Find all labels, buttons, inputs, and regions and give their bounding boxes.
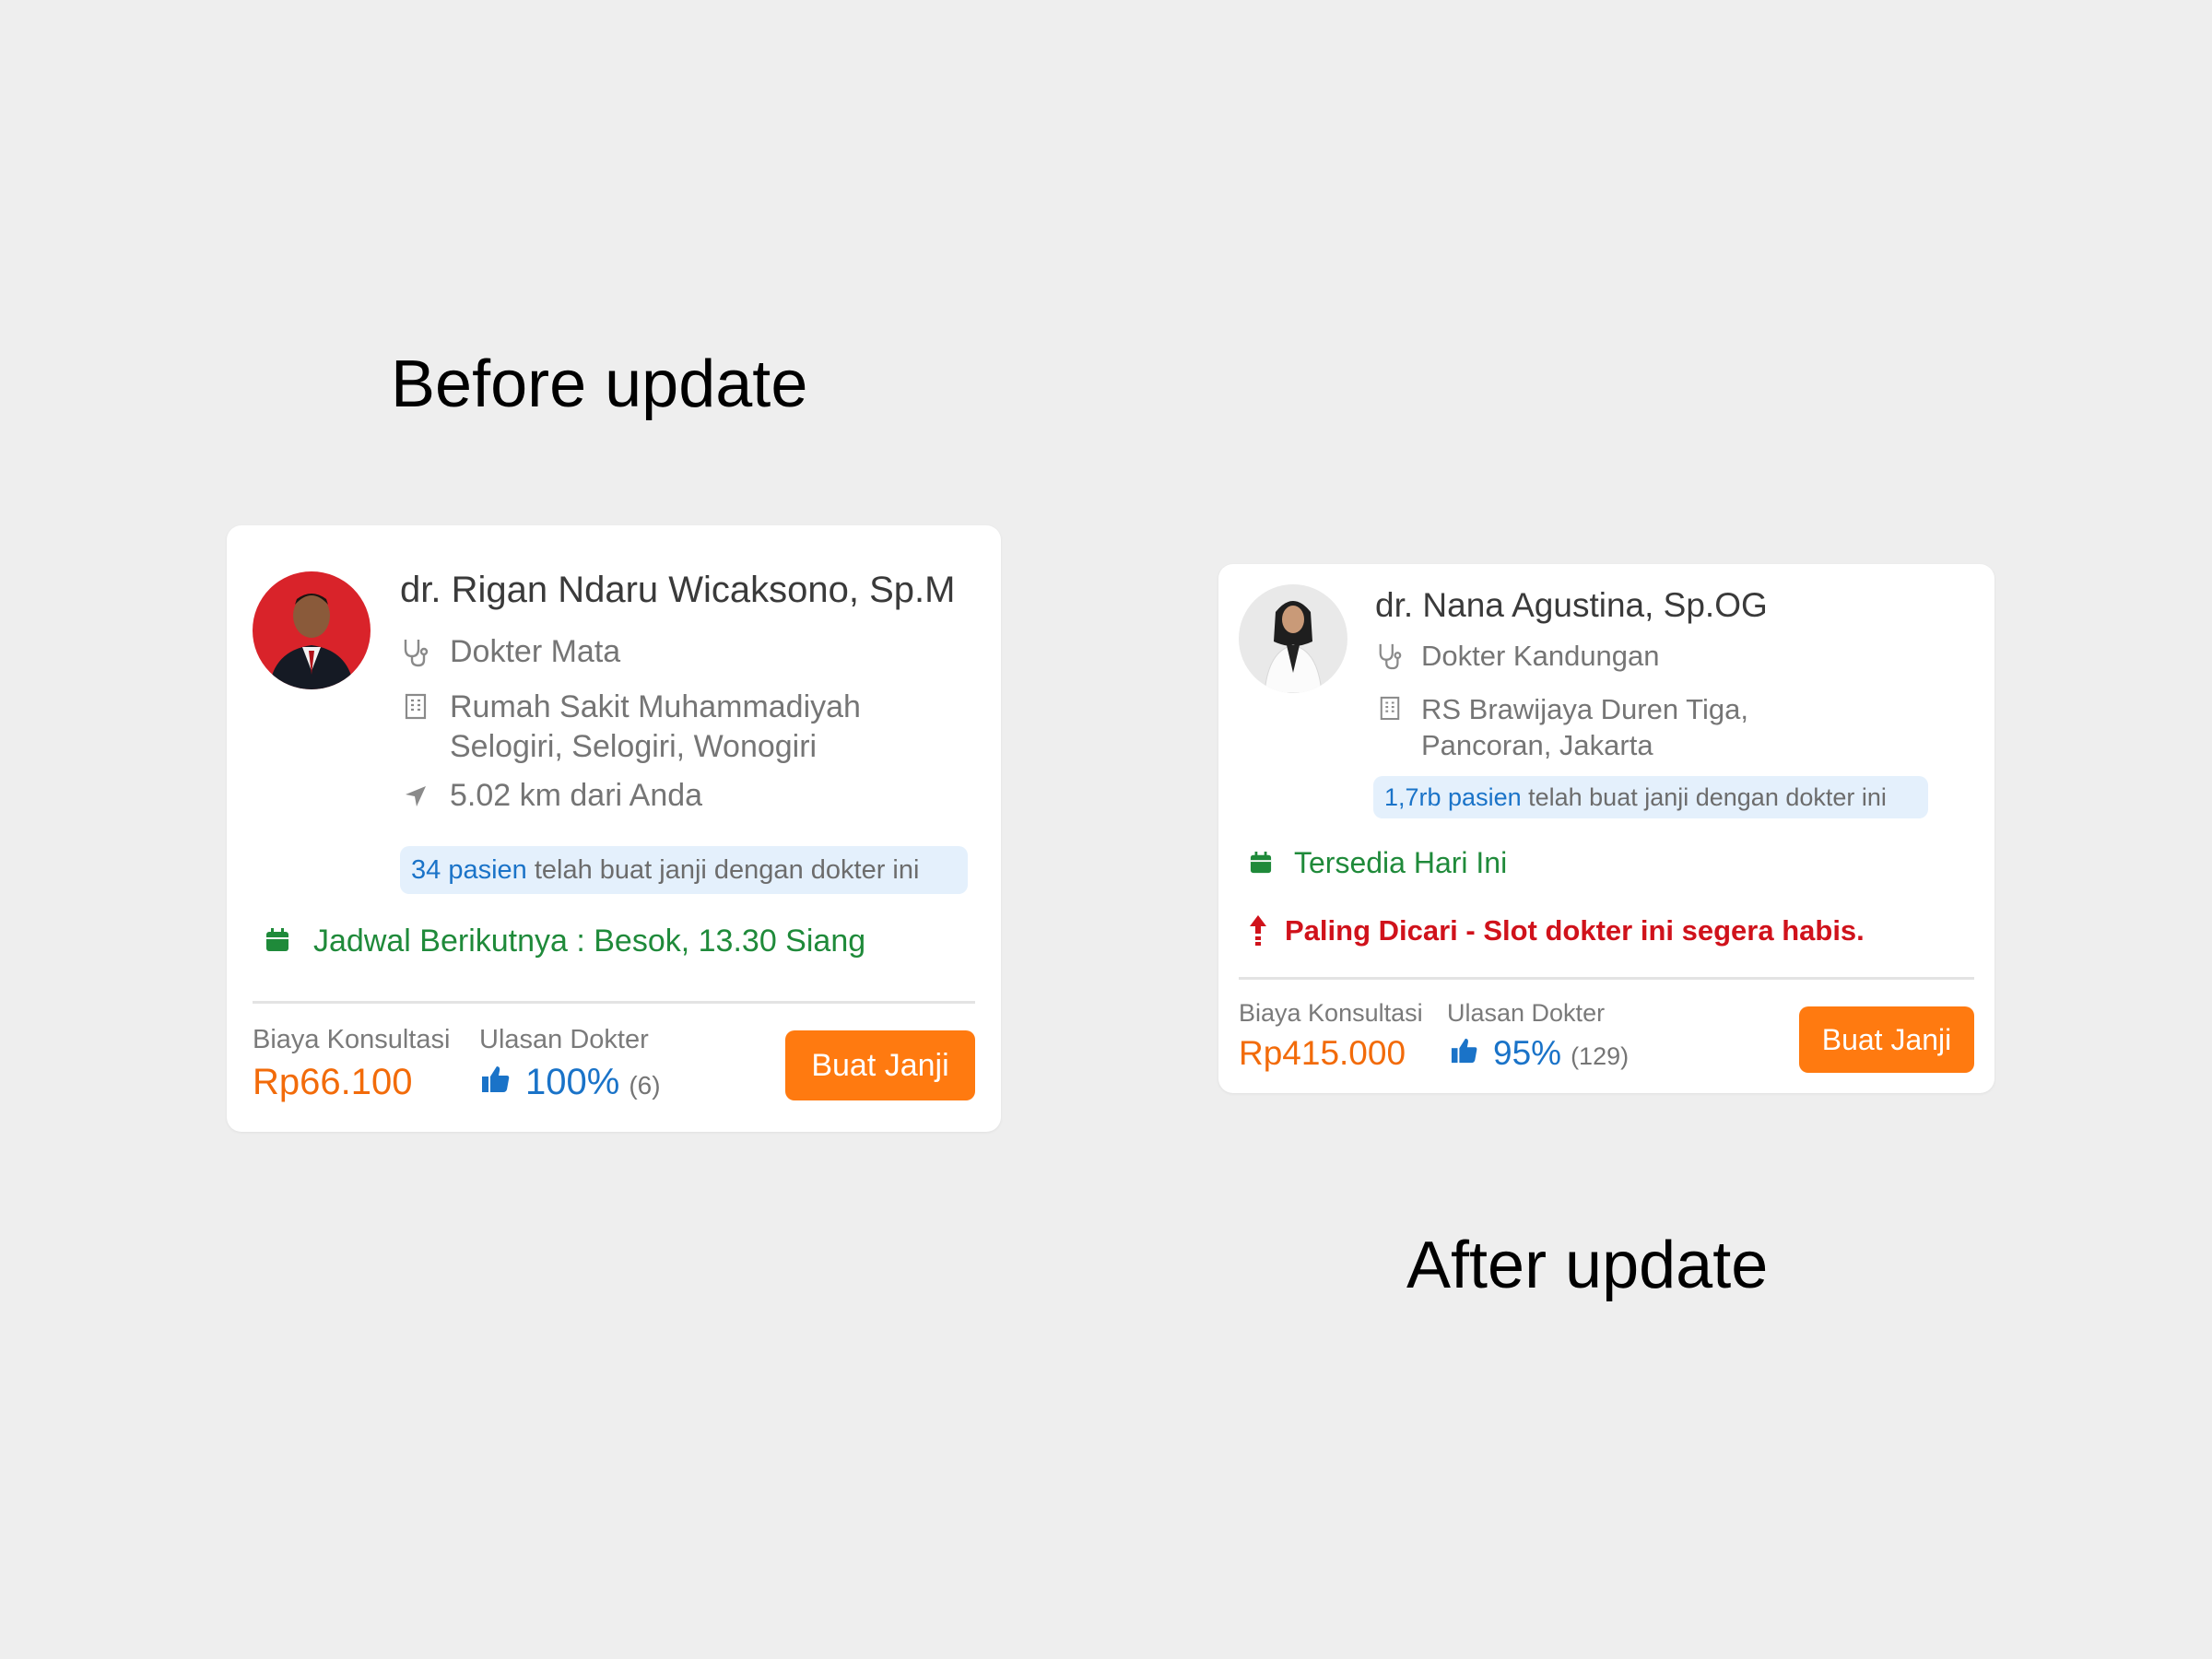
specialty-row: Dokter Kandungan [1375, 640, 1660, 673]
hospital-text: Rumah Sakit Muhammadiyah Selogiri, Selog… [450, 689, 861, 764]
card-divider [1239, 977, 1974, 980]
rating-count: (129) [1571, 1042, 1630, 1070]
rating-percent: 100% [525, 1062, 620, 1102]
fee-label: Biaya Konsultasi [1239, 999, 1423, 1027]
hospital-text: RS Brawijaya Duren Tiga, Pancoran, Jakar… [1421, 693, 1748, 761]
trending-up-arrow-icon [1250, 915, 1268, 947]
calendar-icon [1250, 851, 1274, 876]
distance-row: 5.02 km dari Anda [400, 778, 702, 815]
availability-text: Tersedia Hari Ini [1294, 846, 1508, 879]
stethoscope-icon [1375, 640, 1405, 673]
distance-text: 5.02 km dari Anda [450, 778, 703, 813]
rating-percent: 95% [1493, 1034, 1562, 1072]
patient-count-badge: 1,7rb pasien telah buat janji dengan dok… [1373, 776, 1928, 818]
high-demand-alert: Paling Dicari - Slot dokter ini segera h… [1250, 914, 1865, 947]
calendar-icon [265, 927, 293, 956]
hospital-icon [1375, 691, 1405, 724]
patient-count-text: telah buat janji dengan dokter ini [1521, 782, 1887, 811]
doctor-avatar [1239, 584, 1347, 693]
book-appointment-button[interactable]: Buat Janji [1799, 1006, 1974, 1073]
next-schedule-text: Jadwal Berikutnya : Besok, 13.30 Siang [313, 924, 866, 959]
availability-status: Tersedia Hari Ini [1250, 846, 1507, 880]
doctor-rating: 95% (129) [1451, 1034, 1629, 1073]
patient-count-badge: 34 pasien telah buat janji dengan dokter… [400, 846, 968, 894]
specialty-text: Dokter Mata [450, 634, 621, 669]
hospital-row: RS Brawijaya Duren Tiga, Pancoran, Jakar… [1375, 691, 1748, 763]
patient-count: 34 pasien [411, 854, 527, 885]
thumbs-up-icon [481, 1065, 511, 1094]
doctor-card-after[interactable]: dr. Nana Agustina, Sp.OG Dokter Kandunga… [1218, 564, 1994, 1093]
after-update-heading: After update [1406, 1229, 1769, 1302]
doctor-card-before[interactable]: dr. Rigan Ndaru Wicaksono, Sp.M Dokter M… [227, 525, 1001, 1132]
hospital-row: Rumah Sakit Muhammadiyah Selogiri, Selog… [400, 688, 861, 767]
location-arrow-icon [400, 778, 431, 815]
patient-count: 1,7rb pasien [1384, 782, 1522, 811]
doctor-rating: 100% (6) [481, 1062, 661, 1103]
patient-count-text: telah buat janji dengan dokter ini [526, 854, 920, 885]
before-update-heading: Before update [391, 347, 808, 421]
consultation-fee: Rp415.000 [1239, 1034, 1406, 1072]
book-appointment-button[interactable]: Buat Janji [785, 1030, 975, 1100]
doctor-name[interactable]: dr. Nana Agustina, Sp.OG [1375, 586, 1768, 625]
card-divider [253, 1001, 975, 1004]
hospital-icon [400, 688, 431, 724]
high-demand-text: Paling Dicari - Slot dokter ini segera h… [1285, 914, 1865, 947]
specialty-text: Dokter Kandungan [1421, 640, 1660, 672]
next-schedule: Jadwal Berikutnya : Besok, 13.30 Siang [265, 924, 865, 959]
review-label: Ulasan Dokter [1447, 999, 1606, 1027]
fee-label: Biaya Konsultasi [253, 1025, 451, 1054]
doctor-name[interactable]: dr. Rigan Ndaru Wicaksono, Sp.M [400, 570, 955, 611]
thumbs-up-icon [1451, 1037, 1478, 1065]
consultation-fee: Rp66.100 [253, 1062, 413, 1102]
review-label: Ulasan Dokter [479, 1025, 649, 1054]
rating-count: (6) [629, 1071, 661, 1100]
doctor-avatar [253, 571, 371, 689]
specialty-row: Dokter Mata [400, 634, 620, 671]
stethoscope-icon [400, 634, 431, 671]
